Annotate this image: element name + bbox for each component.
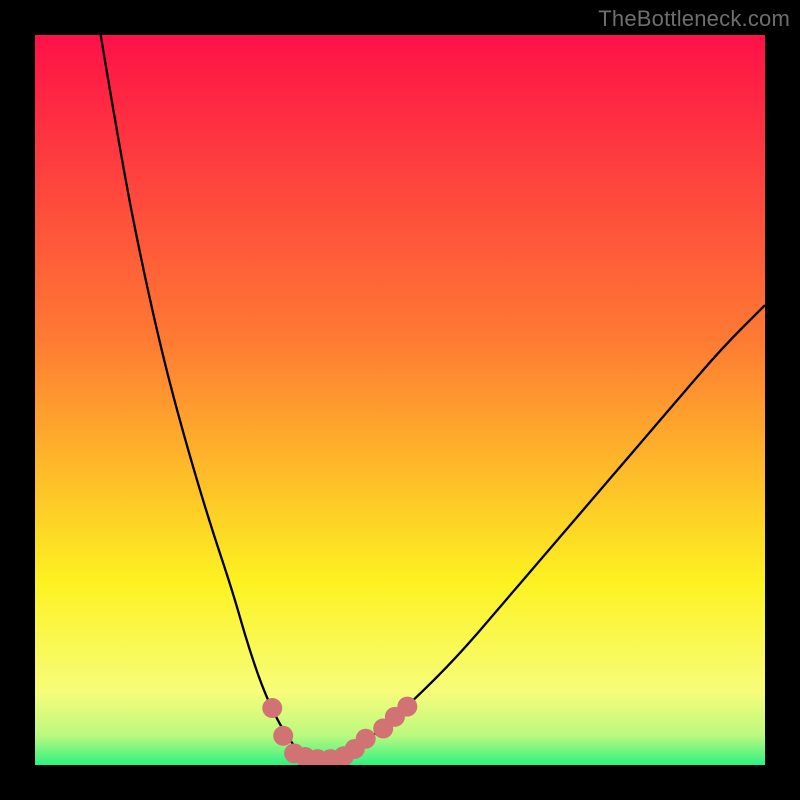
- highlight-dot: [356, 729, 376, 749]
- chart-frame: TheBottleneck.com: [0, 0, 800, 800]
- gradient-background: [35, 35, 765, 765]
- highlight-dot: [262, 698, 282, 718]
- plot-area: [35, 35, 765, 765]
- bottleneck-chart: [35, 35, 765, 765]
- watermark-text: TheBottleneck.com: [598, 6, 790, 32]
- highlight-dot: [273, 726, 293, 746]
- highlight-dot: [397, 697, 417, 717]
